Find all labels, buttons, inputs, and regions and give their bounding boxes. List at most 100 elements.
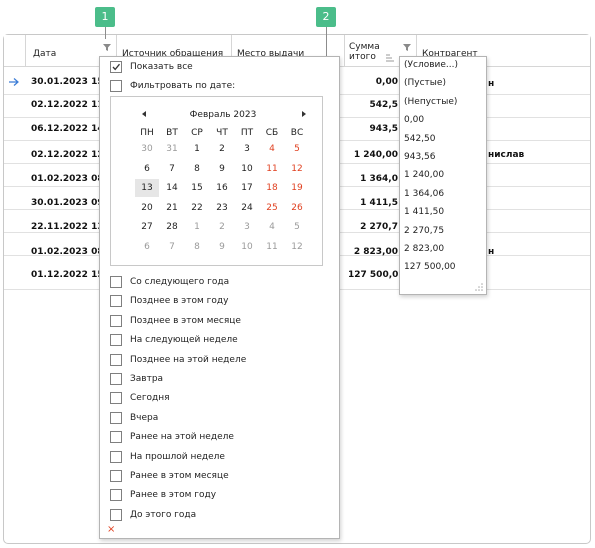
cell-counterparty[interactable]: н <box>488 79 494 89</box>
calendar-day[interactable]: 4 <box>260 218 284 236</box>
value-filter-item[interactable]: 127 500,00 <box>404 262 456 272</box>
calendar-day[interactable]: 14 <box>160 179 184 197</box>
cell-date[interactable]: 30.01.2023 15 <box>31 77 99 87</box>
calendar-day[interactable]: 6 <box>135 238 159 256</box>
calendar-day[interactable]: 31 <box>160 140 184 158</box>
calendar-day[interactable]: 30 <box>135 140 159 158</box>
cell-date[interactable]: 30.01.2023 09 <box>31 198 99 208</box>
calendar-day[interactable]: 5 <box>285 218 309 236</box>
calendar-day[interactable]: 23 <box>210 199 234 217</box>
date-option-checkbox[interactable] <box>110 450 122 463</box>
date-option-checkbox[interactable] <box>110 276 122 288</box>
calendar-day[interactable]: 5 <box>285 140 309 158</box>
value-filter-item[interactable]: 2 823,00 <box>404 244 444 254</box>
cell-counterparty[interactable]: н <box>488 247 494 257</box>
date-option-checkbox[interactable] <box>110 508 122 521</box>
prev-month-icon[interactable] <box>140 110 148 118</box>
cell-sum[interactable]: 2 270,7 <box>348 222 398 232</box>
value-filter-item[interactable]: 1 364,06 <box>404 189 444 199</box>
cell-date[interactable]: 06.12.2022 14 <box>31 124 99 134</box>
value-filter-item[interactable]: 0,00 <box>404 115 424 125</box>
cell-counterparty[interactable]: нислав <box>488 150 524 160</box>
calendar-day[interactable]: 28 <box>160 218 184 236</box>
date-option-checkbox[interactable] <box>110 373 122 385</box>
cell-sum[interactable]: 1 411,5 <box>348 198 398 208</box>
cell-sum[interactable]: 1 364,0 <box>348 174 398 184</box>
calendar-day[interactable]: 19 <box>285 179 309 197</box>
clear-filter-icon[interactable]: × <box>107 524 115 535</box>
calendar-day[interactable]: 8 <box>185 160 209 178</box>
calendar-day[interactable]: 6 <box>135 160 159 178</box>
filter-icon[interactable] <box>400 40 414 54</box>
cell-date[interactable]: 01.02.2023 08 <box>31 174 99 184</box>
cell-sum[interactable]: 0,00 <box>348 77 398 87</box>
calendar-day[interactable]: 22 <box>185 199 209 217</box>
calendar-day[interactable]: 18 <box>260 179 284 197</box>
callout-badge-1: 1 <box>95 7 115 27</box>
cell-date[interactable]: 01.02.2023 08 <box>31 247 99 257</box>
value-filter-item[interactable]: 1 411,50 <box>404 207 444 217</box>
calendar-day[interactable]: 2 <box>210 140 234 158</box>
calendar-day[interactable]: 2 <box>210 218 234 236</box>
cell-sum[interactable]: 127 500,00 <box>348 270 398 280</box>
filter-icon[interactable] <box>100 40 114 54</box>
column-header-sum[interactable]: Сумма итого <box>349 42 380 62</box>
calendar-day[interactable]: 11 <box>260 238 284 256</box>
calendar-day[interactable]: 12 <box>285 238 309 256</box>
value-filter-item[interactable]: (Пустые) <box>404 78 446 88</box>
date-option-checkbox[interactable] <box>110 314 122 327</box>
calendar-day[interactable]: 4 <box>260 140 284 158</box>
cell-date[interactable]: 01.12.2022 15 <box>31 270 99 280</box>
resize-grip-icon[interactable] <box>474 282 484 292</box>
date-option-checkbox[interactable] <box>110 431 122 444</box>
calendar-day[interactable]: 3 <box>235 140 259 158</box>
date-option-checkbox[interactable] <box>110 392 122 405</box>
calendar-day[interactable]: 26 <box>285 199 309 217</box>
value-filter-item[interactable]: (Условие...) <box>404 60 458 70</box>
date-option-label: На прошлой неделе <box>130 451 225 462</box>
cell-date[interactable]: 02.12.2022 12 <box>31 150 99 160</box>
value-filter-item[interactable]: 542,50 <box>404 134 436 144</box>
cell-date[interactable]: 02.12.2022 11 <box>31 100 99 110</box>
date-option-checkbox[interactable] <box>110 334 122 347</box>
value-filter-item[interactable]: 2 270,75 <box>404 226 444 236</box>
calendar-day[interactable]: 21 <box>160 199 184 217</box>
cell-sum[interactable]: 2 823,00 <box>348 247 398 257</box>
date-option-checkbox[interactable] <box>110 353 122 366</box>
date-option-checkbox[interactable] <box>110 295 122 308</box>
filter-by-date-checkbox[interactable] <box>110 80 122 92</box>
calendar-day[interactable]: 24 <box>235 199 259 217</box>
calendar-day[interactable]: 16 <box>210 179 234 197</box>
value-filter-item[interactable]: 1 240,00 <box>404 170 444 180</box>
value-filter-item[interactable]: 943,56 <box>404 152 436 162</box>
value-filter-item[interactable]: (Непустые) <box>404 97 457 107</box>
date-option-checkbox[interactable] <box>110 489 122 502</box>
calendar-day[interactable]: 27 <box>135 218 159 236</box>
date-option-checkbox[interactable] <box>110 411 122 424</box>
calendar-day[interactable]: 7 <box>160 160 184 178</box>
calendar-day[interactable]: 10 <box>235 238 259 256</box>
calendar-day[interactable]: 9 <box>210 160 234 178</box>
calendar-day[interactable]: 15 <box>185 179 209 197</box>
cell-sum[interactable]: 1 240,00 <box>348 150 398 160</box>
calendar-day[interactable]: 7 <box>160 238 184 256</box>
calendar-day[interactable]: 12 <box>285 160 309 178</box>
calendar-day[interactable]: 25 <box>260 199 284 217</box>
cell-sum[interactable]: 943,5 <box>348 124 398 134</box>
next-month-icon[interactable] <box>300 110 308 118</box>
calendar-day[interactable]: 9 <box>210 238 234 256</box>
calendar-day[interactable]: 20 <box>135 199 159 217</box>
calendar-day[interactable]: 17 <box>235 179 259 197</box>
date-option-checkbox[interactable] <box>110 470 122 482</box>
show-all-checkbox[interactable] <box>110 61 122 73</box>
calendar-day[interactable]: 8 <box>185 238 209 256</box>
calendar-day[interactable]: 11 <box>260 160 284 178</box>
cell-date[interactable]: 22.11.2022 13 <box>31 222 99 232</box>
calendar-day[interactable]: 1 <box>185 218 209 236</box>
cell-sum[interactable]: 542,5 <box>348 100 398 110</box>
calendar-day[interactable]: 1 <box>185 140 209 158</box>
calendar-day[interactable]: 10 <box>235 160 259 178</box>
calendar-day[interactable]: 13 <box>135 179 159 197</box>
calendar-day[interactable]: 3 <box>235 218 259 236</box>
column-header-date[interactable]: Дата <box>33 49 56 59</box>
